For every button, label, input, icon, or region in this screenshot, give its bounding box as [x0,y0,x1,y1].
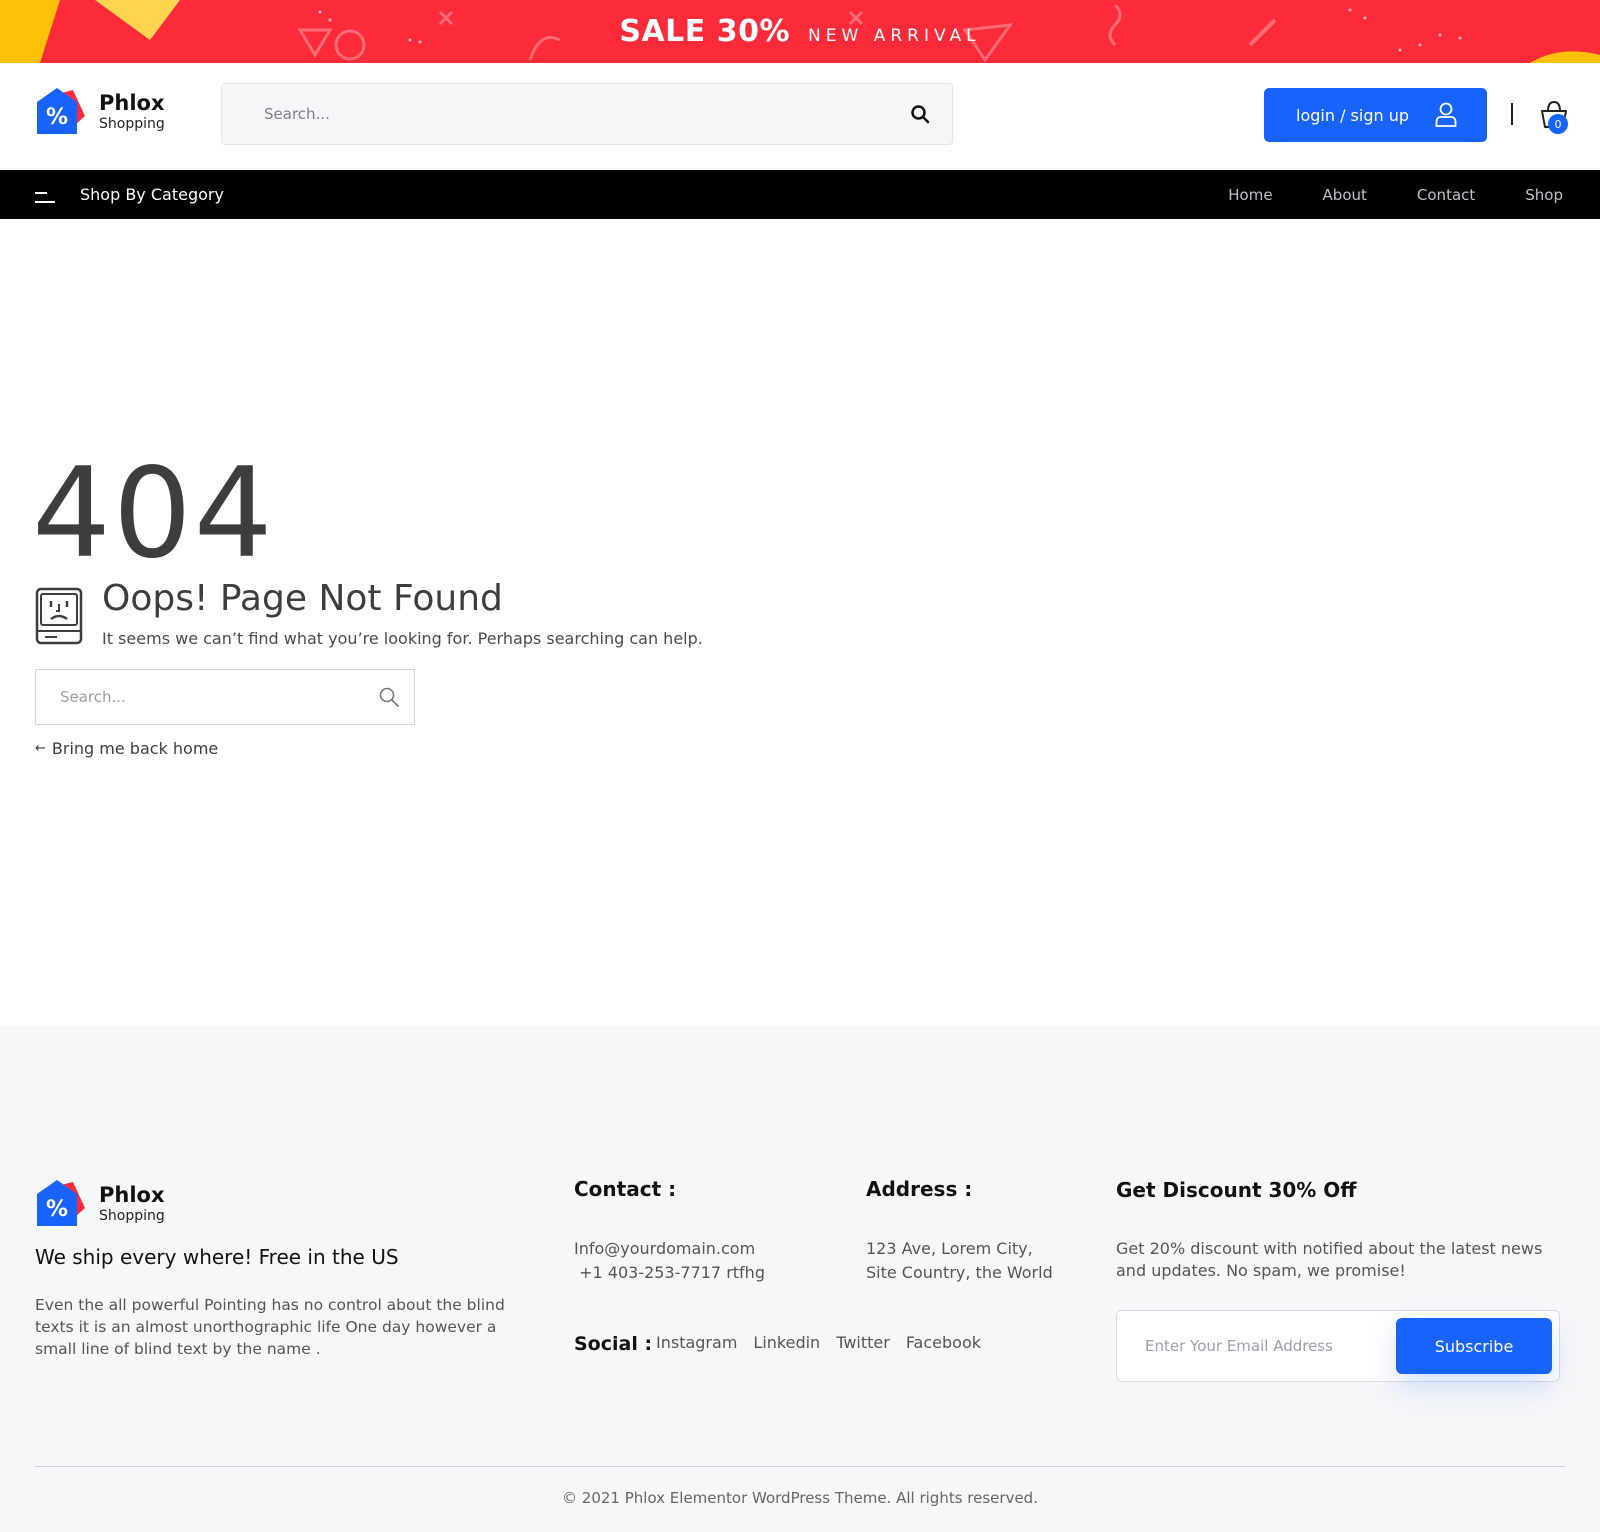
social-link-instagram[interactable]: Instagram [656,1333,737,1352]
address-line-1: 123 Ave, Lorem City, [866,1239,1033,1258]
social-link-facebook[interactable]: Facebook [906,1333,981,1352]
login-signup-button[interactable]: login / sign up [1264,88,1487,142]
back-home-link[interactable]: ← Bring me back home [35,739,218,758]
site-header: % Phlox Shopping login / sign up 0 [0,63,1600,170]
nav-link-shop[interactable]: Shop [1525,186,1563,204]
tag-icon: % [37,88,85,134]
header-separator [1511,103,1513,125]
promo-sale-text: SALE 30% [619,14,791,49]
login-label: login / sign up [1296,105,1409,125]
main-nav: Shop By Category Home About Contact Shop [0,170,1600,219]
header-search [221,83,953,145]
subscribe-button[interactable]: Subscribe [1396,1318,1552,1374]
error-search [35,669,415,725]
back-arrow: ← [35,741,46,756]
contact-heading: Contact : [574,1177,677,1201]
back-home-label: Bring me back home [51,739,219,758]
tag-icon: % [37,1180,85,1226]
nav-link-home[interactable]: Home [1228,186,1272,204]
promo-banner: SALE 30% NEW ARRIVAL [0,0,1600,63]
contact-email[interactable]: Info@yourdomain.com [574,1237,755,1261]
newsletter-email-input[interactable] [1117,1311,1387,1381]
logo-subtitle: Shopping [99,1208,165,1224]
address-heading: Address : [866,1177,973,1201]
discount-heading: Get Discount 30% Off [1116,1178,1357,1202]
logo-subtitle: Shopping [99,116,165,132]
search-icon[interactable] [378,686,400,708]
svg-text:%: % [46,105,68,130]
user-icon [1435,102,1457,127]
nav-link-about[interactable]: About [1323,186,1367,204]
error-message: It seems we can’t find what you’re looki… [102,629,703,648]
error-code: 404 [32,442,275,586]
logo-name: Phlox [99,91,165,115]
footer-tagline: We ship every where! Free in the US [35,1245,399,1269]
menu-icon[interactable] [35,189,55,203]
shop-by-category[interactable]: Shop By Category [80,170,224,219]
contact-phone[interactable]: +1 403-253-7717 rtfhg [574,1261,765,1285]
sad-computer-icon [35,587,83,645]
footer-logo[interactable]: % Phlox Shopping [35,1178,165,1230]
error-search-input[interactable] [36,670,356,724]
promo-subtitle: NEW ARRIVAL [808,25,981,46]
copyright-text: © 2021 Phlox Elementor WordPress Theme. … [562,1489,1038,1507]
footer-divider [35,1466,1565,1467]
error-title: Oops! Page Not Found [102,578,503,619]
social-link-twitter[interactable]: Twitter [836,1333,890,1352]
social-label: Social : [574,1333,653,1355]
svg-text:%: % [46,1197,68,1222]
discount-text: Get 20% discount with notified about the… [1116,1239,1543,1280]
header-search-button[interactable] [906,100,934,128]
footer-description: Even the all powerful Pointing has no co… [35,1296,505,1358]
social-link-linkedin[interactable]: Linkedin [753,1333,820,1352]
nav-link-contact[interactable]: Contact [1417,186,1475,204]
header-search-input[interactable] [222,84,862,144]
search-icon [911,105,930,124]
site-logo[interactable]: % Phlox Shopping [35,86,165,138]
cart-count-badge: 0 [1548,114,1568,134]
logo-name: Phlox [99,1183,165,1207]
newsletter-form: Subscribe [1116,1310,1560,1382]
address-line-2: Site Country, the World [866,1263,1053,1282]
